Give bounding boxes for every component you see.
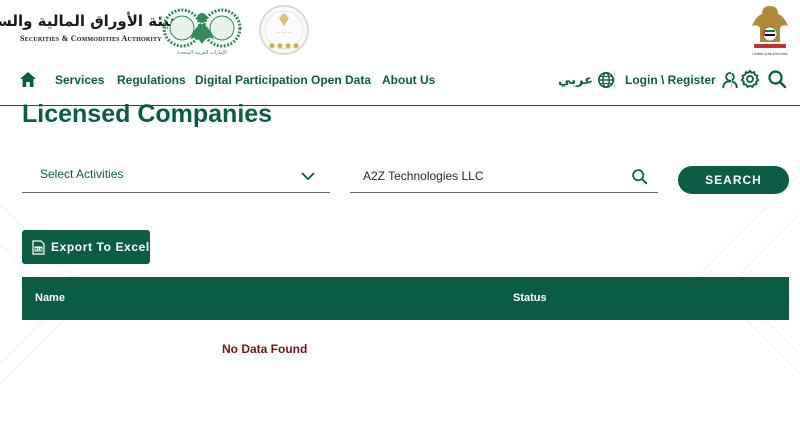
column-header-name[interactable]: Name: [35, 292, 65, 304]
home-icon[interactable]: [18, 70, 38, 90]
globe-icon: [598, 71, 615, 89]
nav-divider: [614, 71, 615, 89]
login-register-link[interactable]: Login \ Register: [625, 69, 739, 91]
background-decoration: [0, 173, 800, 385]
sca-falcon-emblem: الإمارات العربية المتحدة: [162, 8, 242, 56]
export-to-excel-label: Export To Excel: [51, 240, 150, 254]
logo-arabic-text: هيئة الأوراق المالية والسلع: [0, 12, 180, 30]
uae-emblem-icon: United Arab Emirates: [752, 6, 788, 56]
gear-icon[interactable]: [740, 69, 760, 89]
nav-divider: [731, 71, 732, 89]
activities-select[interactable]: Select Activities: [22, 158, 330, 193]
nav-item-about-us[interactable]: About Us: [382, 73, 435, 87]
excel-file-icon: XLS: [32, 239, 45, 255]
chevron-down-icon: [301, 172, 315, 181]
nav-item-services[interactable]: Services: [55, 73, 104, 87]
award-badge-icon: — — —: [259, 5, 309, 55]
svg-text:— — —: — — —: [277, 30, 292, 35]
main-navigation: Services Regulations Digital Participati…: [0, 66, 800, 96]
login-label: Login \ Register: [625, 73, 716, 87]
column-header-status[interactable]: Status: [513, 292, 547, 304]
logo-english-text: Securities & Commodities Authority: [20, 34, 162, 43]
language-label: عربي: [558, 72, 594, 88]
activities-select-label: Select Activities: [40, 167, 124, 181]
emblem-caption: الإمارات العربية المتحدة: [177, 50, 227, 56]
export-to-excel-button[interactable]: XLS Export To Excel: [22, 230, 150, 264]
nav-item-open-data[interactable]: Open Data: [311, 73, 371, 87]
user-icon: [722, 72, 738, 89]
company-search-field: [350, 160, 658, 193]
search-icon[interactable]: [631, 168, 648, 185]
site-header: هيئة الأوراق المالية والسلع Securities &…: [0, 0, 800, 106]
no-data-message: No Data Found: [222, 342, 308, 356]
nav-item-regulations[interactable]: Regulations: [117, 73, 186, 87]
svg-text:XLS: XLS: [35, 247, 43, 251]
table-header-row: Name Status: [22, 277, 789, 320]
licensed-companies-table: Name Status: [22, 277, 789, 320]
search-button[interactable]: SEARCH: [678, 166, 789, 194]
search-icon[interactable]: [767, 69, 787, 89]
sca-logo[interactable]: هيئة الأوراق المالية والسلع Securities &…: [0, 12, 180, 48]
company-search-input[interactable]: [350, 160, 620, 192]
language-switch[interactable]: عربي: [558, 69, 615, 91]
page-title: Licensed Companies: [22, 100, 273, 128]
uae-caption: United Arab Emirates: [752, 52, 788, 56]
nav-item-digital-participation[interactable]: Digital Participation: [195, 73, 308, 87]
